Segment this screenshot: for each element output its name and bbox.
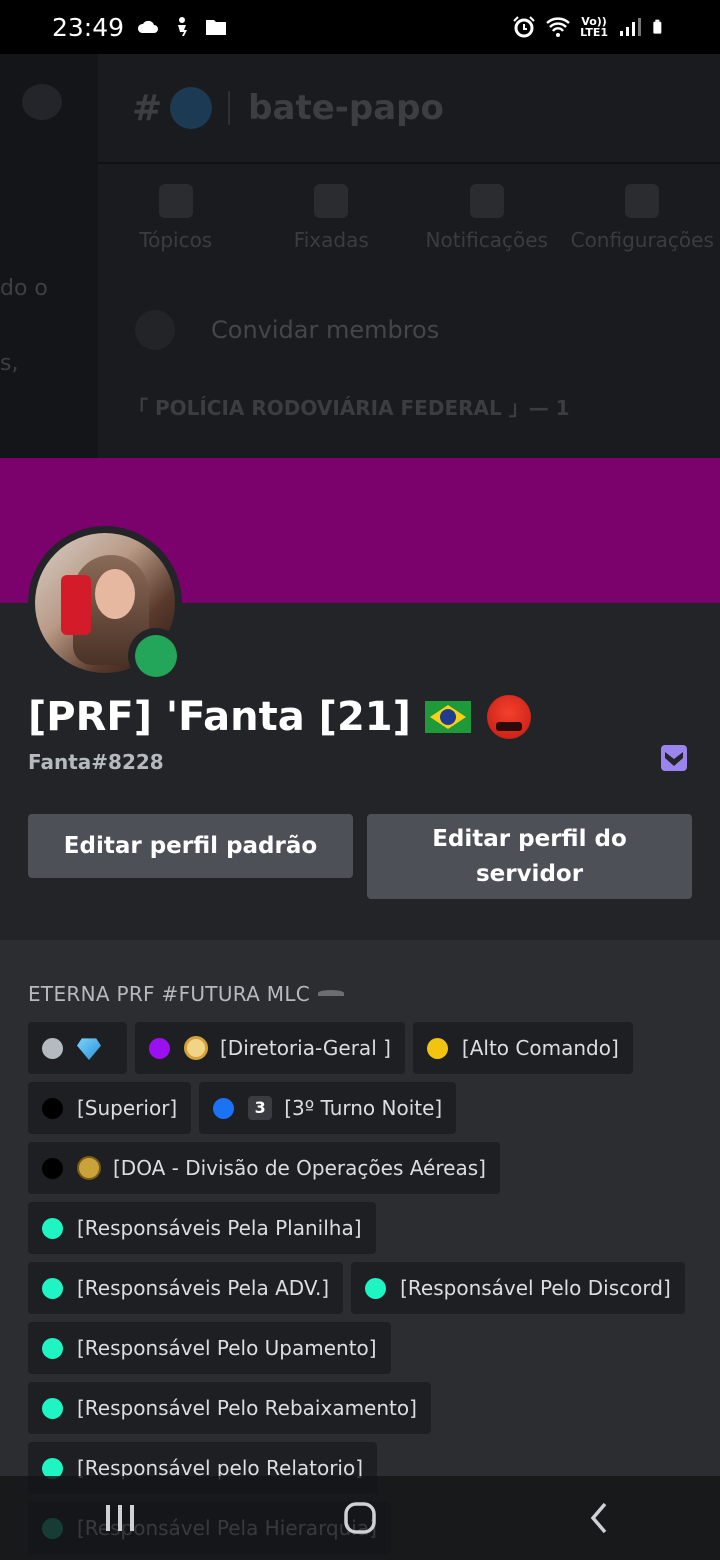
angry-face-icon (486, 695, 531, 739)
wifi-icon (546, 17, 570, 37)
role-color-dot (213, 1097, 235, 1119)
bell-icon (469, 184, 504, 218)
role-chip[interactable]: [Responsáveis Pela Planilha] (28, 1202, 376, 1254)
bird-icon (318, 988, 345, 1000)
role-chip[interactable]: [Diretoria-Geral ] (135, 1022, 405, 1074)
edit-server-profile-button[interactable]: Editar perfil do servidor (367, 814, 692, 899)
role-label: [Responsáveis Pela Planilha] (77, 1216, 362, 1240)
back-icon[interactable] (570, 1488, 630, 1548)
background-channel-actions: Tópicos Fixadas Notificações Configuraçõ… (98, 184, 720, 252)
role-color-dot (365, 1277, 387, 1299)
roles-heading: ETERNA PRF #FUTURA MLC (28, 982, 345, 1006)
role-row: [Responsável Pelo Rebaixamento] (28, 1382, 698, 1434)
role-chip[interactable]: [Responsáveis Pela ADV.] (28, 1262, 344, 1314)
accessibility-icon (178, 17, 188, 36)
battery-icon (653, 19, 662, 34)
role-chip[interactable] (28, 1022, 127, 1074)
role-color-dot (42, 1037, 63, 1059)
nitro-chevron-icon[interactable] (660, 744, 688, 772)
threads-icon (158, 184, 193, 218)
status-system-icons: Vo)) LTE1 (512, 16, 668, 38)
status-time: 23:49 (52, 12, 125, 42)
action-threads: Tópicos (101, 184, 251, 252)
role-label: [Responsável Pelo Rebaixamento] (77, 1396, 417, 1420)
background-invite-members: Convidar membros (135, 310, 439, 350)
signal-icon (620, 18, 641, 36)
folder-icon (206, 20, 227, 35)
display-name-text: [PRF] 'Fanta [21] (28, 694, 411, 740)
channel-name: bate-papo (248, 88, 444, 128)
alarm-icon (513, 16, 535, 38)
background-text-fragment: s, (0, 351, 19, 376)
role-color-dot (42, 1337, 63, 1359)
role-row: [Responsável Pelo Upamento] (28, 1322, 698, 1374)
online-status-indicator (128, 628, 184, 684)
system-navigation-bar (0, 1476, 720, 1560)
role-color-dot (42, 1097, 63, 1119)
role-color-dot (42, 1277, 63, 1299)
role-chip[interactable]: [Alto Comando] (412, 1022, 633, 1074)
members-icon (22, 84, 62, 120)
background-text-fragment: do o (0, 276, 48, 301)
gem-icon (77, 1038, 101, 1060)
role-color-dot (42, 1217, 63, 1239)
brazil-flag-icon (424, 701, 471, 733)
role-chip[interactable]: 3 [3º Turno Noite] (199, 1082, 457, 1134)
background-member-list (0, 54, 98, 458)
channel-hash-icon: # (132, 87, 163, 129)
action-pins: Fixadas (256, 184, 406, 252)
cloud-icon (138, 20, 159, 33)
background-channel-header: # bate-papo (98, 54, 720, 164)
role-color-dot (149, 1037, 170, 1059)
pin-icon (314, 184, 349, 218)
status-notification-icons (136, 16, 228, 38)
role-chip[interactable]: [Responsável Pelo Rebaixamento] (28, 1382, 431, 1434)
role-chip[interactable]: [Responsável Pelo Upamento] (28, 1322, 391, 1374)
laurel-icon (184, 1036, 208, 1060)
role-label: [3º Turno Noite] (284, 1096, 443, 1120)
status-bar: 23:49 Vo)) LTE1 (0, 0, 720, 54)
role-label: [Superior] (77, 1096, 178, 1120)
recents-icon[interactable] (90, 1488, 150, 1548)
role-row: [Superior] 3 [3º Turno Noite] (28, 1082, 698, 1134)
role-label: [Alto Comando] (461, 1036, 619, 1060)
role-chip[interactable]: [Superior] (28, 1082, 192, 1134)
role-label: [Responsável Pelo Upamento] (77, 1336, 377, 1360)
role-label: [Responsáveis Pela ADV.] (77, 1276, 330, 1300)
role-label: [Responsável Pelo Discord] (400, 1276, 671, 1300)
gear-icon (625, 184, 660, 218)
role-color-dot (42, 1397, 63, 1419)
role-row: [DOA - Divisão de Operações Aéreas] (28, 1142, 698, 1194)
action-notifications: Notificações (412, 184, 562, 252)
three-icon: 3 (248, 1096, 273, 1120)
role-chip[interactable]: [Responsável Pelo Discord] (351, 1262, 685, 1314)
role-label: [DOA - Divisão de Operações Aéreas] (113, 1156, 486, 1180)
globe-icon (170, 87, 213, 129)
action-settings: Configurações (567, 184, 717, 252)
background-member-section: 「 POLÍCIA RODOVIÁRIA FEDERAL 」— 1 (128, 396, 570, 420)
role-label: [Diretoria-Geral ] (220, 1036, 391, 1060)
divider (228, 91, 231, 125)
home-icon[interactable] (330, 1488, 390, 1548)
role-row: [Responsáveis Pela ADV.] [Responsável Pel… (28, 1262, 698, 1314)
network-label: Vo)) LTE1 (580, 15, 608, 39)
display-name: [PRF] 'Fanta [21] (28, 694, 531, 740)
role-row: [Diretoria-Geral ] [Alto Comando] (28, 1022, 698, 1074)
role-color-dot (42, 1157, 63, 1179)
doa-icon (77, 1156, 101, 1180)
role-color-dot (426, 1037, 448, 1059)
background-channel-screen: do o s, # bate-papo Tópicos Fixadas Noti… (0, 54, 720, 458)
role-chip[interactable]: [DOA - Divisão de Operações Aéreas] (28, 1142, 500, 1194)
role-row: [Responsáveis Pela Planilha] (28, 1202, 698, 1254)
edit-default-profile-button[interactable]: Editar perfil padrão (28, 814, 353, 878)
add-member-icon (135, 310, 175, 350)
username: Fanta#8228 (28, 750, 164, 774)
